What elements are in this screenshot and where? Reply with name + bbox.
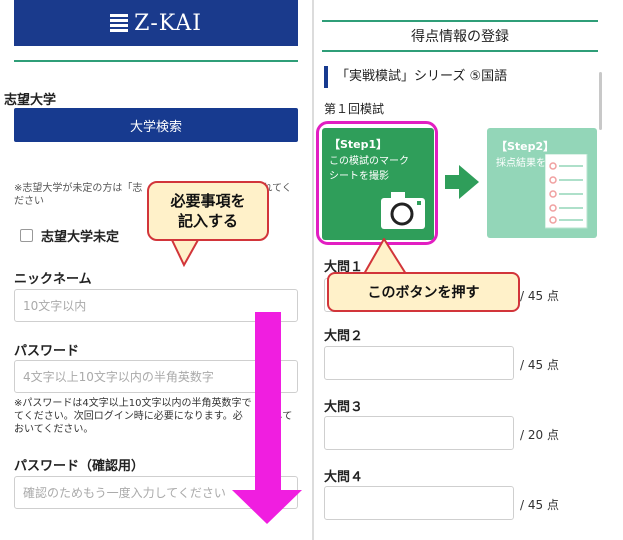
callout-line2: 記入する: [177, 212, 238, 230]
question-4-score-input[interactable]: [324, 486, 514, 520]
callout-line1: 必要事項を: [170, 192, 246, 210]
series-heading: 「実戦模試」シリーズ ⑤国語: [336, 69, 508, 84]
callout-tail: [362, 238, 408, 276]
question-3-label: 大問３: [324, 400, 364, 415]
panel-divider: [312, 0, 314, 540]
step1-highlight-ring: [316, 121, 438, 245]
question-4-max: / 45 点: [520, 498, 559, 512]
question-2-label: 大問２: [324, 329, 364, 344]
question-2-max: / 45 点: [520, 358, 559, 372]
question-2-score-input[interactable]: [324, 346, 514, 380]
fill-in-callout: 必要事項を 記入する: [147, 181, 269, 241]
nickname-label: ニックネーム: [14, 272, 92, 287]
callout-tail: [170, 239, 200, 267]
arrow-down-icon: [232, 312, 302, 524]
mark-sheet-icon: [545, 154, 588, 229]
press-button-callout: このボタンを押す: [327, 272, 520, 312]
univ-undecided-checkbox-row[interactable]: 志望大学未定: [20, 226, 119, 245]
step2-title: 【Step2】: [496, 140, 555, 153]
title-bottom-rule: [322, 50, 598, 52]
question-4-label: 大問４: [324, 470, 364, 485]
univ-search-button[interactable]: 大学検索: [14, 108, 298, 142]
exam-round-label: 第１回模試: [324, 102, 385, 116]
univ-label: 志望大学: [4, 93, 57, 108]
question-3-max: / 20 点: [520, 428, 559, 442]
logo-text: Z-KAI: [134, 10, 202, 36]
page-title: 得点情報の登録: [411, 29, 509, 45]
title-top-rule: [322, 20, 598, 22]
zkai-logo: Z-KAI: [14, 0, 298, 46]
registration-form-panel: Z-KAI 志望大学 大学検索 ※志望大学が未定の方は「志 れてください 志望大…: [0, 0, 308, 540]
arrow-right-icon: [445, 165, 479, 199]
divider: [14, 60, 298, 62]
series-accent-bar: [324, 66, 328, 88]
univ-undecided-checkbox[interactable]: [20, 229, 33, 242]
univ-undecided-label: 志望大学未定: [41, 230, 120, 245]
confirm-password-label: パスワード（確認用）: [14, 459, 145, 474]
question-1-max: / 45 点: [520, 289, 559, 303]
password-label: パスワード: [14, 344, 80, 359]
scrollbar-thumb[interactable]: [599, 72, 602, 130]
question-3-score-input[interactable]: [324, 416, 514, 450]
logo-mark-icon: [110, 14, 129, 32]
